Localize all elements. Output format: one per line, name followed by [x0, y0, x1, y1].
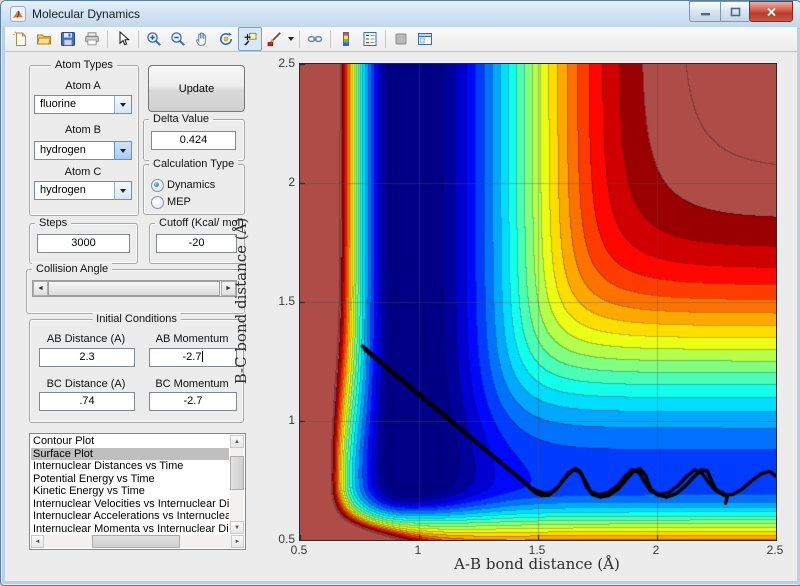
show-plot-tools-icon[interactable]	[413, 27, 437, 51]
dynamics-radio-label: Dynamics	[167, 179, 216, 191]
open-folder-icon[interactable]	[32, 27, 56, 51]
delta-value-field[interactable]: 0.424	[151, 131, 236, 150]
figure-toolbar	[5, 27, 797, 52]
atom-b-label: Atom B	[64, 124, 102, 136]
pointer-icon[interactable]	[111, 27, 135, 51]
atom-a-dropdown[interactable]: fluorine	[34, 95, 132, 114]
data-cursor-icon[interactable]	[238, 27, 262, 51]
scroll-down-arrow[interactable]: ▼	[230, 521, 244, 534]
slider-thumb[interactable]	[48, 281, 220, 296]
y-axis-label: B-C bond distance (Å)	[232, 217, 250, 385]
list-item[interactable]: Contour Plot	[31, 435, 229, 448]
atom-b-value: hydrogen	[40, 144, 86, 156]
panel-title: Initial Conditions	[92, 313, 181, 325]
panel-title: Atom Types	[51, 59, 117, 71]
bc-distance-field[interactable]: .74	[39, 392, 135, 411]
panel-title: Steps	[35, 217, 72, 229]
slider-left-arrow[interactable]: ◄	[33, 281, 48, 296]
toolbar-separator	[385, 30, 386, 48]
atom-c-value: hydrogen	[40, 184, 86, 196]
text-caret	[202, 351, 204, 362]
horizontal-scroll-thumb[interactable]	[92, 535, 180, 548]
list-item-selected[interactable]: Surface Plot	[31, 447, 229, 460]
atom-c-label: Atom C	[64, 166, 102, 178]
y-tick-label: 1	[288, 413, 295, 427]
cutoff-field[interactable]: -20	[156, 234, 237, 253]
contour-plot-axes[interactable]	[299, 63, 777, 541]
ab-momentum-field[interactable]: -2.7	[149, 348, 237, 367]
list-item[interactable]: Internuclear Momenta vs Internuclear Dis…	[31, 523, 229, 536]
toolbar-separator	[299, 30, 300, 48]
title-bar[interactable]: Molecular Dynamics	[1, 1, 800, 27]
toolbar-separator	[107, 30, 108, 48]
mep-radio[interactable]	[151, 196, 164, 209]
window-title: Molecular Dynamics	[32, 7, 141, 21]
list-item[interactable]: Internuclear Distances vs Time	[31, 460, 229, 473]
restore-button[interactable]	[720, 1, 749, 22]
atom-a-label: Atom A	[65, 80, 101, 92]
ab-distance-label: AB Distance (A)	[46, 333, 126, 345]
list-item[interactable]: Internuclear Accelerations vs Internucle…	[31, 510, 229, 523]
scroll-right-arrow[interactable]: ►	[231, 535, 244, 548]
chevron-down-icon[interactable]	[114, 96, 131, 113]
brush-dropdown-caret[interactable]	[286, 28, 296, 50]
hide-plot-tools-icon[interactable]	[389, 27, 413, 51]
zoom-in-icon[interactable]	[142, 27, 166, 51]
list-item[interactable]: Potential Energy vs Time	[31, 473, 229, 486]
new-file-icon[interactable]	[8, 27, 32, 51]
bc-distance-label: BC Distance (A)	[46, 378, 126, 390]
pan-hand-icon[interactable]	[190, 27, 214, 51]
x-axis-label: A-B bond distance (Å)	[454, 555, 620, 573]
bc-momentum-label: BC Momentum	[155, 378, 229, 390]
toolbar-separator	[138, 30, 139, 48]
ab-momentum-label: AB Momentum	[155, 333, 229, 345]
collision-angle-slider[interactable]: ◄ ►	[32, 280, 237, 297]
figure-client-area: Atom Types Atom A fluorine Atom B hydrog…	[5, 27, 797, 581]
plot-type-listbox[interactable]: Contour Plot Surface Plot Internuclear D…	[29, 433, 246, 550]
y-tick-label: 2.5	[278, 56, 295, 70]
print-icon[interactable]	[80, 27, 104, 51]
vertical-scroll-thumb[interactable]	[230, 456, 244, 490]
vertical-scrollbar[interactable]: ▲ ▼	[230, 435, 244, 534]
atom-a-value: fluorine	[40, 98, 77, 110]
panel-title: Collision Angle	[32, 263, 113, 275]
save-icon[interactable]	[56, 27, 80, 51]
matlab-app-icon	[10, 6, 26, 22]
legend-icon[interactable]	[358, 27, 382, 51]
chevron-down-icon[interactable]	[114, 182, 131, 199]
colorbar-icon[interactable]	[334, 27, 358, 51]
mep-radio-label: MEP	[167, 196, 191, 208]
x-tick-label: 2.5	[766, 543, 784, 557]
ab-distance-field[interactable]: 2.3	[39, 348, 135, 367]
atom-c-dropdown[interactable]: hydrogen	[34, 181, 132, 200]
panel-title: Delta Value	[149, 113, 214, 125]
list-item[interactable]: Kinetic Energy vs Time	[31, 485, 229, 498]
atom-b-dropdown[interactable]: hydrogen	[34, 141, 132, 160]
steps-field[interactable]: 3000	[37, 234, 130, 253]
link-plot-icon[interactable]	[303, 27, 327, 51]
update-button[interactable]: Update	[148, 65, 245, 112]
app-window: Molecular Dynamics Atom Types Atom A flu…	[0, 0, 800, 586]
y-tick-label: 1.5	[278, 294, 295, 308]
toolbar-separator	[330, 30, 331, 48]
scroll-up-arrow[interactable]: ▲	[230, 435, 244, 448]
minimize-button[interactable]	[689, 1, 720, 22]
y-tick-label: 2	[288, 175, 295, 189]
list-item[interactable]: Internuclear Velocities vs Internuclear …	[31, 498, 229, 511]
y-tick-label: 0.5	[278, 532, 295, 546]
bc-momentum-field[interactable]: -2.7	[149, 392, 237, 411]
brush-icon[interactable]	[262, 27, 286, 51]
rotate-3d-icon[interactable]	[214, 27, 238, 51]
dynamics-radio[interactable]	[151, 179, 164, 192]
zoom-out-icon[interactable]	[166, 27, 190, 51]
horizontal-scrollbar[interactable]: ◄ ►	[31, 535, 244, 548]
panel-title: Calculation Type	[149, 158, 239, 170]
scroll-left-arrow[interactable]: ◄	[31, 535, 44, 548]
close-button[interactable]	[749, 1, 793, 22]
chevron-down-icon[interactable]	[114, 142, 131, 159]
